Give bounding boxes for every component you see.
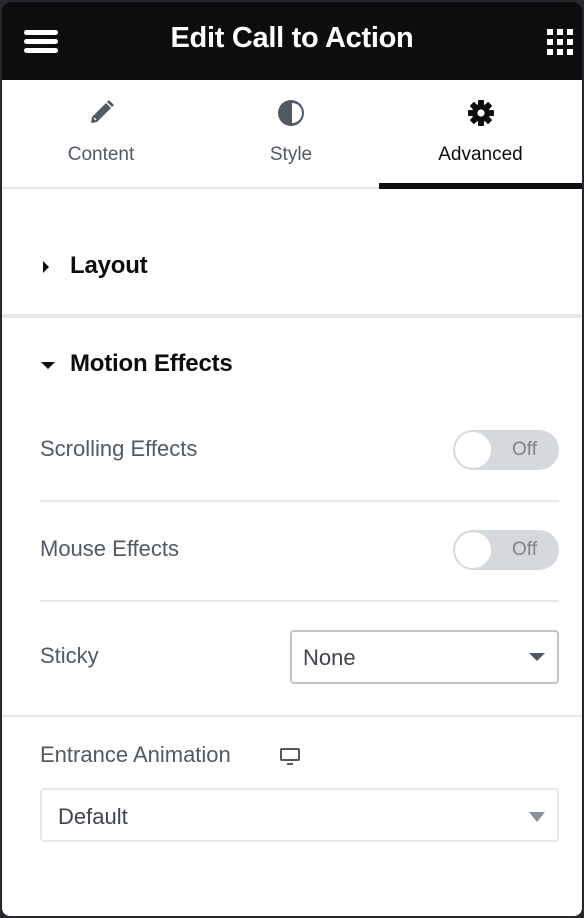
desktop-icon[interactable] bbox=[279, 747, 301, 767]
scrolling-effects-toggle[interactable]: Off bbox=[453, 430, 559, 470]
section-motion-effects[interactable]: Motion Effects bbox=[2, 348, 582, 382]
caret-right-icon bbox=[43, 261, 49, 273]
select-value: Default bbox=[58, 804, 128, 829]
scrolling-effects-label: Scrolling Effects bbox=[40, 436, 198, 461]
row-divider bbox=[40, 600, 559, 602]
panel-header: Edit Call to Action bbox=[2, 2, 582, 80]
toggle-knob bbox=[454, 531, 492, 569]
section-title: Layout bbox=[70, 252, 148, 279]
section-title: Motion Effects bbox=[70, 350, 233, 377]
tab-style[interactable]: Style bbox=[192, 80, 390, 187]
panel-tabs: Content Style Advanced bbox=[2, 80, 582, 189]
sticky-select[interactable]: None bbox=[290, 630, 559, 684]
panel-title: Edit Call to Action bbox=[170, 22, 414, 54]
row-divider bbox=[40, 500, 559, 502]
tab-label: Style bbox=[269, 144, 313, 165]
chevron-down-icon bbox=[529, 812, 545, 822]
toggle-state: Off bbox=[512, 539, 537, 560]
mouse-effects-toggle[interactable]: Off bbox=[453, 530, 559, 570]
editor-panel: Edit Call to Action Content Style Advanc… bbox=[2, 2, 582, 916]
section-divider bbox=[2, 314, 582, 318]
tab-advanced[interactable]: Advanced bbox=[379, 80, 582, 189]
tab-label: Advanced bbox=[438, 144, 523, 165]
chevron-down-icon bbox=[529, 653, 545, 661]
grid-icon[interactable] bbox=[547, 29, 573, 55]
section-divider bbox=[2, 715, 582, 717]
half-circle-icon bbox=[278, 100, 304, 126]
select-value: None bbox=[303, 645, 356, 670]
entrance-animation-label: Entrance Animation bbox=[40, 742, 231, 767]
toggle-knob bbox=[454, 431, 492, 469]
gear-icon bbox=[467, 100, 494, 126]
entrance-animation-select[interactable]: Default bbox=[40, 788, 559, 842]
sticky-label: Sticky bbox=[40, 643, 99, 668]
tab-content[interactable]: Content bbox=[2, 80, 200, 187]
caret-down-icon bbox=[41, 362, 55, 369]
mouse-effects-label: Mouse Effects bbox=[40, 536, 179, 561]
pencil-icon bbox=[91, 100, 114, 123]
tab-label: Content bbox=[67, 144, 135, 165]
toggle-state: Off bbox=[512, 439, 537, 460]
section-layout[interactable]: Layout bbox=[2, 250, 582, 284]
